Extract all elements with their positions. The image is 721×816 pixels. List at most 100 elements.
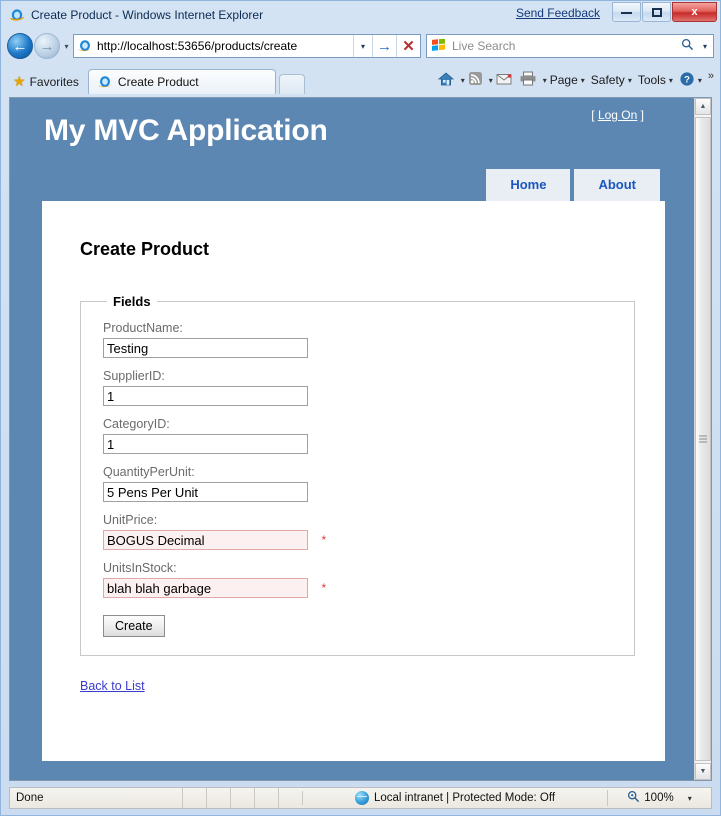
page-favicon-icon <box>77 38 93 54</box>
forward-arrow-icon: → <box>39 37 55 55</box>
address-bar-row: ← → ▾ http://localhost:53656/products/cr… <box>1 29 720 63</box>
zoom-caret-icon: ▾ <box>687 793 692 803</box>
go-button[interactable]: → <box>372 35 396 57</box>
logon-link[interactable]: Log On <box>598 108 637 122</box>
back-to-list-link[interactable]: Back to List <box>80 679 145 693</box>
new-tab-button[interactable] <box>278 74 305 94</box>
scrollbar-track[interactable] <box>695 115 711 763</box>
nav-item-home[interactable]: Home <box>486 169 571 201</box>
back-button[interactable]: ← <box>7 33 33 59</box>
home-button[interactable] <box>434 69 458 91</box>
forward-button[interactable]: → <box>34 33 60 59</box>
title-bar: Create Product - Windows Internet Explor… <box>1 1 720 29</box>
field-row-quantityperunit: QuantityPerUnit: <box>103 465 620 502</box>
zoom-icon <box>627 790 640 806</box>
favorites-button[interactable]: ★ Favorites <box>9 70 88 93</box>
input-productname[interactable] <box>103 338 308 358</box>
stop-button[interactable]: ✕ <box>396 35 420 57</box>
internet-explorer-icon <box>9 7 25 23</box>
fieldset-legend: Fields <box>113 294 151 309</box>
scroll-up-button[interactable]: ▲ <box>695 98 711 115</box>
field-row-unitprice: UnitPrice: * <box>103 513 620 550</box>
logon-display: [ Log On ] <box>591 108 644 122</box>
web-page: My MVC Application [ Log On ] Home About… <box>10 98 694 780</box>
validation-error-unitsinstock: * <box>321 581 327 595</box>
security-zone-label: Local intranet | Protected Mode: Off <box>373 792 556 804</box>
mail-button[interactable] <box>493 69 516 91</box>
page-title: Create Product <box>80 239 210 259</box>
minimize-icon <box>621 11 632 14</box>
print-icon <box>519 71 537 89</box>
input-unitprice[interactable] <box>103 530 308 550</box>
tools-menu[interactable]: Tools ▾ <box>635 69 676 91</box>
address-bar[interactable]: http://localhost:53656/products/create ▾… <box>73 34 421 58</box>
browser-viewport: My MVC Application [ Log On ] Home About… <box>9 97 712 781</box>
logon-open-bracket: [ <box>591 108 595 122</box>
input-unitsinstock[interactable] <box>103 578 308 598</box>
help-button[interactable]: ? ▾ <box>676 69 705 91</box>
label-supplierid: SupplierID: <box>103 369 165 383</box>
page-content: Create Product Fields ProductName: Suppl… <box>42 201 665 761</box>
nav-item-about[interactable]: About <box>574 169 660 201</box>
submit-row: Create <box>103 609 620 637</box>
page-scrollbar[interactable]: ▲ ▼ <box>694 98 711 780</box>
window-title: Create Product - Windows Internet Explor… <box>31 8 264 22</box>
label-quantityperunit: QuantityPerUnit: <box>103 465 195 479</box>
status-segment-4 <box>254 788 278 808</box>
address-dropdown-button[interactable]: ▾ <box>353 35 372 57</box>
site-nav: Home About <box>482 169 660 201</box>
scrollbar-grip-icon <box>699 435 707 443</box>
print-button[interactable] <box>516 69 540 91</box>
tools-menu-label: Tools <box>637 73 666 87</box>
field-row-productname: ProductName: <box>103 321 620 358</box>
help-menu-caret: ▾ <box>697 75 702 85</box>
fields-fieldset: Fields ProductName: SupplierID: Category… <box>80 294 635 656</box>
input-categoryid[interactable] <box>103 434 308 454</box>
help-icon: ? <box>679 71 695 90</box>
tab-favicon-icon <box>97 74 113 90</box>
safety-menu[interactable]: Safety ▾ <box>588 69 635 91</box>
safety-menu-caret: ▾ <box>627 75 632 85</box>
scroll-down-button[interactable]: ▼ <box>695 763 711 780</box>
validation-error-unitprice: * <box>321 533 327 547</box>
security-zone[interactable]: Local intranet | Protected Mode: Off <box>302 791 607 805</box>
command-row: ★ Favorites Create Product ▾ ▾ ▾ Page ▾ … <box>1 63 720 94</box>
send-feedback-link[interactable]: Send Feedback <box>516 6 600 20</box>
internet-zone-icon <box>354 791 369 805</box>
maximize-button[interactable] <box>642 2 671 22</box>
search-input[interactable]: Live Search <box>452 39 677 53</box>
input-quantityperunit[interactable] <box>103 482 308 502</box>
create-button[interactable]: Create <box>103 615 165 637</box>
label-unitprice: UnitPrice: <box>103 513 158 527</box>
scrollbar-thumb[interactable] <box>695 117 711 761</box>
label-categoryid: CategoryID: <box>103 417 170 431</box>
address-url-text[interactable]: http://localhost:53656/products/create <box>97 39 353 53</box>
search-box[interactable]: Live Search ▾ <box>426 34 714 58</box>
maximize-icon <box>651 7 662 17</box>
windows-flag-icon <box>431 38 447 53</box>
page-menu[interactable]: Page ▾ <box>547 69 588 91</box>
tab-title: Create Product <box>117 75 199 89</box>
safety-menu-label: Safety <box>590 73 625 87</box>
minimize-button[interactable] <box>612 2 641 22</box>
zoom-control[interactable]: 100% ▾ <box>607 790 711 806</box>
window-controls: x <box>611 2 717 22</box>
zoom-level: 100% <box>644 792 674 804</box>
search-provider-dropdown[interactable]: ▾ <box>697 42 713 51</box>
svg-text:?: ? <box>684 74 690 85</box>
close-button[interactable]: x <box>672 2 717 22</box>
feeds-button[interactable] <box>465 69 486 91</box>
field-row-categoryid: CategoryID: <box>103 417 620 454</box>
browser-tab[interactable]: Create Product <box>87 69 276 94</box>
input-supplierid[interactable] <box>103 386 308 406</box>
overflow-chevron-icon[interactable]: » <box>705 70 716 90</box>
tools-menu-caret: ▾ <box>668 75 673 85</box>
status-bar: Done Local intranet | Protected Mode: Of… <box>9 787 712 809</box>
status-segment-3 <box>230 788 254 808</box>
status-segment-1 <box>182 788 206 808</box>
field-row-supplierid: SupplierID: <box>103 369 620 406</box>
site-title: My MVC Application <box>44 114 328 147</box>
search-icon[interactable] <box>677 38 697 54</box>
logon-close-bracket: ] <box>640 108 644 122</box>
recent-pages-button[interactable]: ▾ <box>60 42 73 51</box>
